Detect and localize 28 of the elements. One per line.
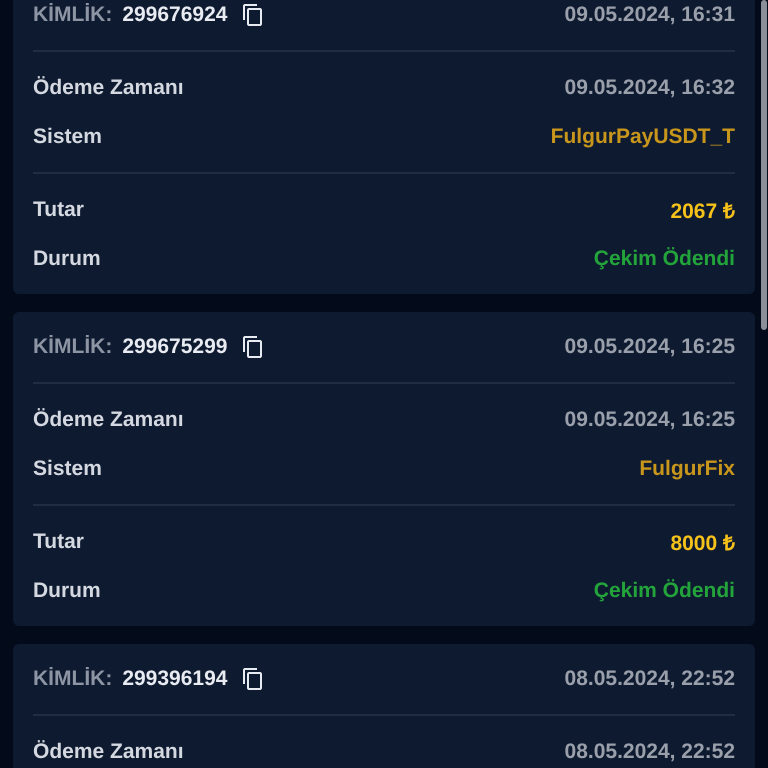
transaction-date: 08.05.2024, 22:52 <box>564 667 735 691</box>
field-label: Ödeme Zamanı <box>33 408 184 432</box>
id-label: KİMLİK: <box>33 667 112 691</box>
field-label: Ödeme Zamanı <box>33 76 184 100</box>
transaction-id: 299676924 <box>122 3 228 27</box>
field-label: Tutar <box>33 530 84 554</box>
status: Çekim Ödendi <box>594 578 735 602</box>
payment-time: 09.05.2024, 16:25 <box>564 408 735 432</box>
id-label: KİMLİK: <box>33 335 112 359</box>
status: Çekim Ödendi <box>594 246 735 270</box>
amount: 8000 ₺ <box>670 530 735 556</box>
id-label: KİMLİK: <box>33 3 112 27</box>
scrollbar[interactable] <box>761 0 767 330</box>
payment-system: FulgurFix <box>639 456 735 480</box>
field-label: Sistem <box>33 456 102 480</box>
field-label: Tutar <box>33 198 84 222</box>
amount: 2067 ₺ <box>670 198 735 224</box>
transaction-id: 299675299 <box>122 335 228 359</box>
field-label: Durum <box>33 246 101 270</box>
payment-time: 09.05.2024, 16:32 <box>564 76 735 100</box>
payment-system: FulgurPayUSDT_T <box>550 124 735 148</box>
transaction-date: 09.05.2024, 16:31 <box>564 3 735 27</box>
transaction-id: 299396194 <box>122 667 228 691</box>
field-label: Durum <box>33 578 101 602</box>
transaction-date: 09.05.2024, 16:25 <box>564 335 735 359</box>
payment-time: 08.05.2024, 22:52 <box>564 740 735 764</box>
field-label: Ödeme Zamanı <box>33 740 184 764</box>
field-label: Sistem <box>33 124 102 148</box>
